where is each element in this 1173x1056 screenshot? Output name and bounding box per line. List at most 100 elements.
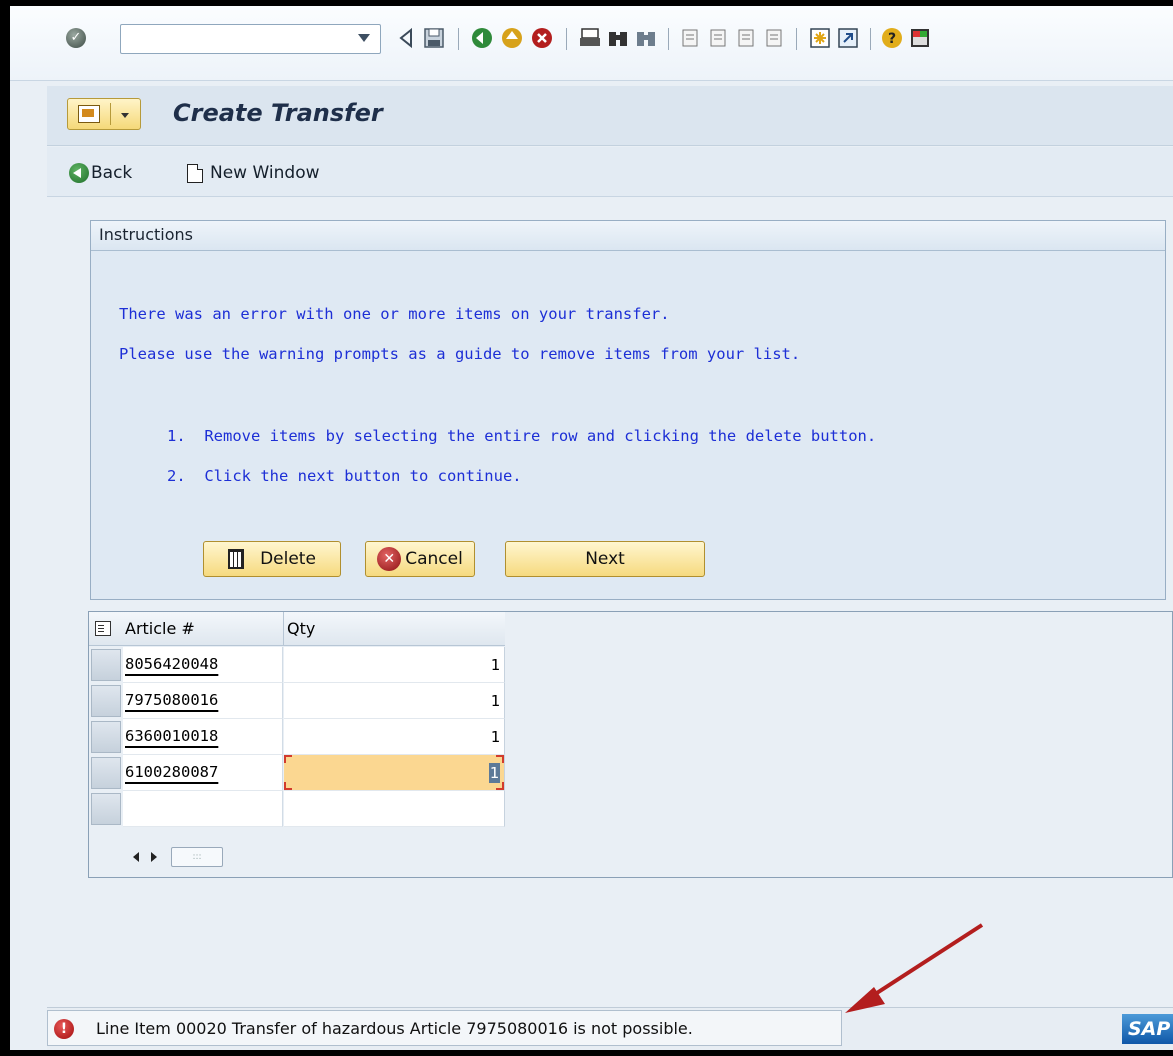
row-selector[interactable] xyxy=(91,649,121,681)
toolbar-separator xyxy=(796,28,797,50)
sap-logo: SAP xyxy=(1122,1014,1173,1044)
menu-button[interactable] xyxy=(67,98,141,130)
qty-cell[interactable]: 1 xyxy=(284,647,505,683)
title-bar: Create Transfer xyxy=(47,86,1173,146)
focus-corner xyxy=(284,755,292,763)
cancel-button-label: Cancel xyxy=(405,549,463,569)
menu-button-divider xyxy=(110,103,111,125)
status-text: Line Item 00020 Transfer of hazardous Ar… xyxy=(96,1019,693,1038)
sap-window: ✓ ? Create Transfer Back New Window Inst… xyxy=(10,6,1173,1050)
row-selector[interactable] xyxy=(91,793,121,825)
qty-value: 1 xyxy=(490,728,500,746)
trash-icon xyxy=(228,549,245,569)
application-toolbar: Back New Window xyxy=(47,147,1173,197)
chevron-down-icon[interactable] xyxy=(358,34,370,42)
qty-cell-active[interactable]: 1 xyxy=(284,755,505,791)
focus-corner xyxy=(284,782,292,790)
previous-page-icon[interactable] xyxy=(706,26,730,50)
qty-cell[interactable]: 1 xyxy=(284,719,505,755)
print-icon[interactable] xyxy=(578,26,602,50)
system-toolbar: ✓ ? xyxy=(10,6,1173,81)
chevron-down-icon[interactable] xyxy=(121,113,129,118)
back-button[interactable]: Back xyxy=(69,161,132,185)
table-settings-icon[interactable] xyxy=(95,621,111,636)
delete-button-label: Delete xyxy=(260,549,316,569)
cancel-icon[interactable] xyxy=(530,26,554,50)
article-number[interactable]: 7975080016 xyxy=(125,691,218,709)
instruction-step-1: 1. Remove items by selecting the entire … xyxy=(167,427,877,445)
table-row[interactable]: 7975080016 1 xyxy=(89,683,505,719)
find-next-icon[interactable] xyxy=(634,26,658,50)
instructions-header: Instructions xyxy=(91,221,1165,251)
article-cell[interactable] xyxy=(123,791,283,827)
toolbar-separator xyxy=(566,28,567,50)
layout-menu-icon[interactable] xyxy=(908,26,932,50)
save-icon[interactable] xyxy=(422,26,446,50)
cancel-icon: ✕ xyxy=(377,547,402,571)
articles-table: Article # Qty 8056420048 1 7975080016 1 … xyxy=(88,611,1173,878)
article-number[interactable]: 6100280087 xyxy=(125,763,218,781)
instruction-line-1: There was an error with one or more item… xyxy=(119,305,670,323)
article-number[interactable]: 8056420048 xyxy=(125,655,218,673)
back-arrow-icon xyxy=(69,163,89,183)
table-row[interactable]: 6360010018 1 xyxy=(89,719,505,755)
table-row[interactable]: 6100280087 1 xyxy=(89,755,505,791)
table-row-empty[interactable] xyxy=(89,791,505,827)
focus-corner xyxy=(496,782,504,790)
find-icon[interactable] xyxy=(606,26,630,50)
row-selector[interactable] xyxy=(91,685,121,717)
instructions-group: Instructions There was an error with one… xyxy=(90,220,1166,600)
article-cell[interactable]: 8056420048 xyxy=(123,647,283,683)
instruction-step-2: 2. Click the next button to continue. xyxy=(167,467,522,485)
toolbar-separator xyxy=(458,28,459,50)
horizontal-scrollbar[interactable]: ::: xyxy=(123,844,253,870)
qty-value: 1 xyxy=(488,763,500,783)
column-divider xyxy=(283,612,284,646)
next-button-label: Next xyxy=(585,549,625,569)
shortcut-icon[interactable] xyxy=(836,26,860,50)
menu-icon xyxy=(78,105,100,123)
next-page-icon[interactable] xyxy=(734,26,758,50)
document-icon xyxy=(187,163,203,183)
cancel-button[interactable]: ✕ Cancel xyxy=(365,541,475,577)
toolbar-separator xyxy=(870,28,871,50)
first-page-icon[interactable] xyxy=(678,26,702,50)
qty-cell[interactable]: 1 xyxy=(284,683,505,719)
article-cell[interactable]: 6360010018 xyxy=(123,719,283,755)
row-selector[interactable] xyxy=(91,757,121,789)
article-number[interactable]: 6360010018 xyxy=(125,727,218,745)
last-page-icon[interactable] xyxy=(762,26,786,50)
delete-button[interactable]: Delete xyxy=(203,541,341,577)
article-cell[interactable]: 7975080016 xyxy=(123,683,283,719)
column-header-qty[interactable]: Qty xyxy=(287,612,315,646)
scroll-right-icon[interactable] xyxy=(151,852,157,862)
page-title: Create Transfer xyxy=(173,99,383,127)
command-field[interactable] xyxy=(120,24,381,54)
qty-cell[interactable] xyxy=(284,791,505,827)
next-button[interactable]: Next xyxy=(505,541,705,577)
focus-corner xyxy=(496,755,504,763)
qty-value: 1 xyxy=(490,656,500,674)
new-window-label: New Window xyxy=(210,163,320,183)
scroll-thumb[interactable]: ::: xyxy=(171,847,223,867)
row-selector[interactable] xyxy=(91,721,121,753)
article-cell[interactable]: 6100280087 xyxy=(123,755,283,791)
status-message[interactable]: ! Line Item 00020 Transfer of hazardous … xyxy=(47,1010,842,1046)
new-window-button[interactable]: New Window xyxy=(187,161,320,185)
error-icon: ! xyxy=(54,1019,74,1039)
back-icon[interactable] xyxy=(470,26,494,50)
scroll-left-icon[interactable] xyxy=(133,852,139,862)
table-header: Article # Qty xyxy=(89,612,505,646)
enter-icon[interactable]: ✓ xyxy=(66,28,86,48)
toolbar-separator xyxy=(668,28,669,50)
back-nav-icon[interactable] xyxy=(395,26,419,50)
help-icon[interactable]: ? xyxy=(880,26,904,50)
qty-value: 1 xyxy=(490,692,500,710)
exit-icon[interactable] xyxy=(500,26,524,50)
column-header-article[interactable]: Article # xyxy=(125,612,195,646)
instruction-line-2: Please use the warning prompts as a guid… xyxy=(119,345,801,363)
table-row[interactable]: 8056420048 1 xyxy=(89,647,505,683)
create-session-icon[interactable] xyxy=(808,26,832,50)
back-button-label: Back xyxy=(91,163,133,183)
status-bar: ! Line Item 00020 Transfer of hazardous … xyxy=(47,1007,1173,1050)
